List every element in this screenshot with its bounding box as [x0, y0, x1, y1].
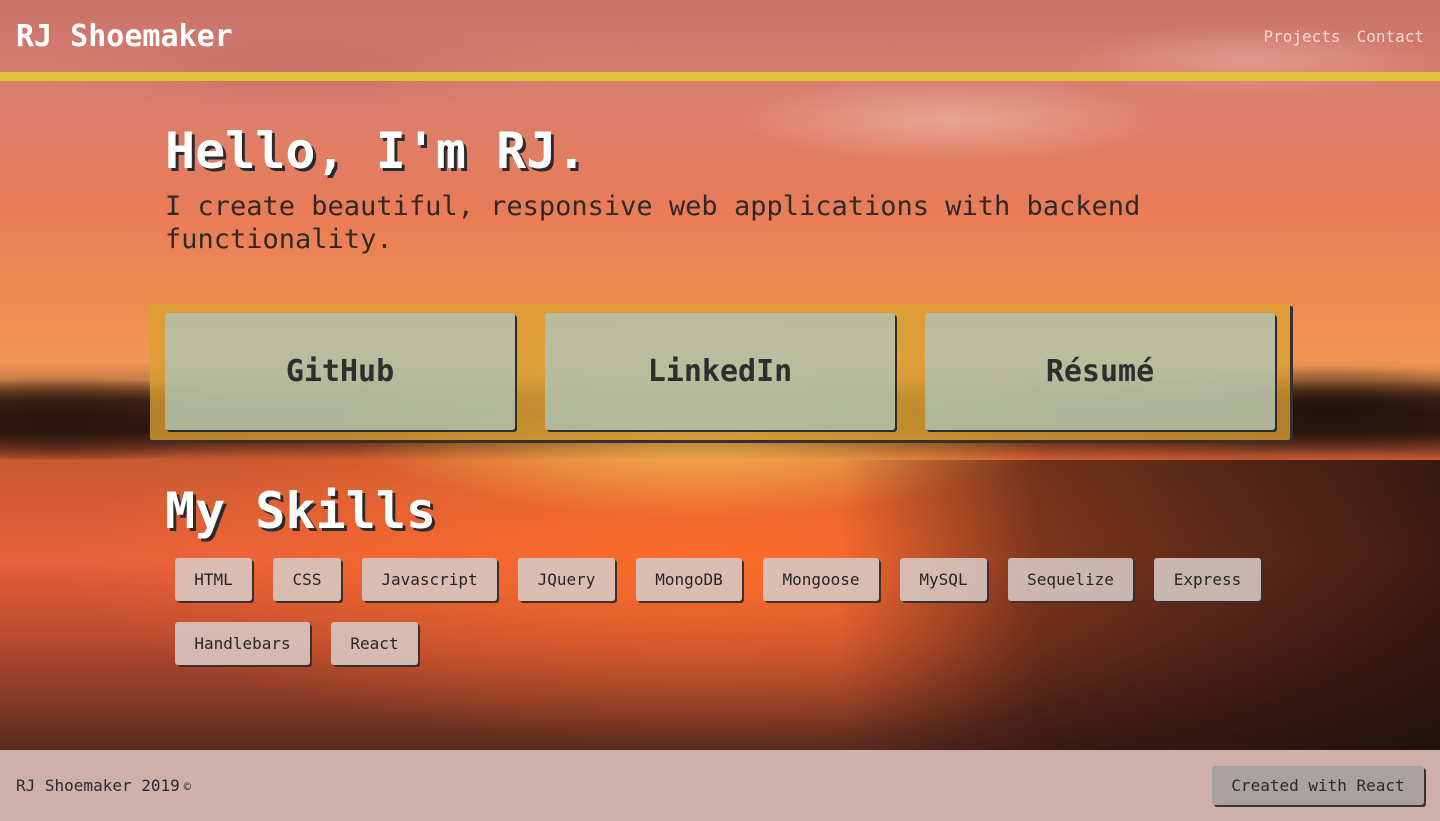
skill-chip-react[interactable]: React: [331, 622, 418, 665]
site-footer: RJ Shoemaker 2019 © Created with React: [0, 750, 1440, 821]
linkedin-link-card[interactable]: LinkedIn: [545, 313, 895, 430]
skill-chip-sequelize[interactable]: Sequelize: [1008, 558, 1133, 601]
footer-text: RJ Shoemaker 2019: [16, 776, 180, 795]
skill-chip-handlebars[interactable]: Handlebars: [175, 622, 310, 665]
skill-chip-jquery[interactable]: JQuery: [518, 558, 615, 601]
skill-chip-javascript[interactable]: Javascript: [362, 558, 497, 601]
links-panel: GitHub LinkedIn Résumé: [150, 303, 1290, 440]
site-brand[interactable]: RJ Shoemaker: [16, 19, 233, 54]
github-link-card[interactable]: GitHub: [165, 313, 515, 430]
skill-chip-mongoose[interactable]: Mongoose: [763, 558, 879, 601]
copyright-icon: ©: [183, 780, 191, 794]
header-accent-bar: [0, 72, 1440, 81]
skill-chip-html[interactable]: HTML: [175, 558, 252, 601]
skill-chip-express[interactable]: Express: [1154, 558, 1261, 601]
skill-chip-mongodb[interactable]: MongoDB: [636, 558, 742, 601]
resume-link-card[interactable]: Résumé: [925, 313, 1275, 430]
created-with-react-button[interactable]: Created with React: [1212, 766, 1424, 805]
nav-link-projects[interactable]: Projects: [1264, 27, 1341, 46]
footer-credit: RJ Shoemaker 2019 ©: [16, 776, 191, 795]
hero-title: Hello, I'm RJ.: [165, 122, 587, 180]
lake-reeds: [840, 460, 1440, 750]
skill-chip-css[interactable]: CSS: [273, 558, 341, 601]
skills-title: My Skills: [165, 482, 436, 540]
top-nav: Projects Contact: [1264, 27, 1425, 46]
nav-link-contact[interactable]: Contact: [1357, 27, 1424, 46]
hero-subtitle: I create beautiful, responsive web appli…: [165, 191, 1141, 255]
skill-chip-mysql[interactable]: MySQL: [900, 558, 987, 601]
site-header: RJ Shoemaker Projects Contact: [0, 0, 1440, 72]
